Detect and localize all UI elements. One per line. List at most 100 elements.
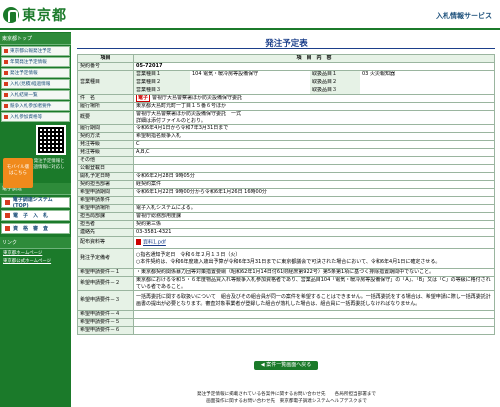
table-row: 履行場所 東京都大島町元町一丁目１５番６号ほか bbox=[77, 102, 495, 112]
cat2-label: 営業種目２ bbox=[134, 78, 190, 87]
sidebar-item-label: 入札参加資格等 bbox=[10, 115, 43, 120]
bullet-icon bbox=[4, 115, 8, 119]
table-row: 発注等級 C bbox=[77, 140, 495, 150]
table-row: 履行期間 令和6年4月1日から令和7年3月31日まで bbox=[77, 124, 495, 134]
table-row: 契約担当部署 経契約案件 bbox=[77, 180, 495, 190]
row-label: 契約担当部署 bbox=[77, 180, 134, 190]
footer-line2: 画面操作に関するお問い合わせ先 東京都電子調達システムヘルプデスクまで bbox=[206, 399, 367, 404]
table-row: 契約方法 希望制指名競争入札 bbox=[77, 132, 495, 142]
table-row: 希望申請要件－４ bbox=[77, 310, 495, 320]
sub-row: 営業種目２ 取扱品目２ bbox=[134, 78, 494, 87]
table-row: 希望申請要件－１ ・東京都契約関係暴力団等対策措置要綱（昭和62年1月14日付6… bbox=[77, 268, 495, 278]
title-divider bbox=[77, 48, 495, 49]
sidebar-item-label: 競争入札参加者要件 bbox=[10, 104, 52, 109]
back-to-list-button[interactable]: ◀ 案件一覧画面へ戻る bbox=[254, 361, 318, 370]
order-plan-table: 項目 項 目 内 容 契約番号 05-72017 営業種目 営業種目１ 104 … bbox=[77, 54, 495, 336]
remarks-cell: ○指名通知予定日 令和６年２月１３日（火） ○本件契約は、令和6年度歳入歳出予算が… bbox=[133, 248, 495, 270]
sidebar-item-label: 東京都公報発注予定 bbox=[10, 49, 52, 54]
table-row: 営業種目 営業種目１ 104 電気・暖冷房等設備保守 取扱品目１ 03 火災報知… bbox=[77, 69, 495, 96]
link-tokyo-official[interactable]: 東京都公式ホームページ bbox=[0, 257, 71, 265]
sidebar-item-bid-progress[interactable]: 入札(見積)経過情報 bbox=[1, 79, 70, 89]
person-value: 契約第三係 bbox=[133, 220, 495, 230]
tokyo-logo[interactable]: 東京都 bbox=[3, 6, 67, 24]
footer-line1: 発注予定情報に掲載されている各案件に関するお問い合わせ先 各局所担当部署まで bbox=[196, 392, 377, 397]
row-label: 希望申請要件－２ bbox=[77, 276, 134, 292]
table-row: 概要 警視庁大島警察署ほか防災設備保守委託 一式 詳細は添付ファイルのとおり。 bbox=[77, 110, 495, 126]
row-label: 開札予定日時 bbox=[77, 172, 134, 182]
qualification-review-button[interactable]: 資 格 審 査 bbox=[1, 223, 70, 234]
hope2-value: 東京都における令和５・６年度物品買入れ等競争入札参加資格者であり、営業品目104… bbox=[133, 276, 495, 292]
row-label: 希望申請要件－５ bbox=[77, 318, 134, 328]
period-value: 令和6年4月1日から令和7年3月31日まで bbox=[133, 124, 495, 134]
sidebar-item-gazette[interactable]: 東京都公報発注予定 bbox=[1, 46, 70, 56]
table-row: 希望申請条件 bbox=[77, 196, 495, 206]
grade3-value bbox=[360, 87, 494, 94]
row-label: 発注等級 bbox=[77, 140, 134, 150]
row-label: 配布資料等 bbox=[77, 236, 134, 250]
link-tokyo-home[interactable]: 東京都ホームページ bbox=[0, 249, 71, 257]
summary-cell: 警視庁大島警察署ほか防災設備保守委託 一式 詳細は添付ファイルのとおり。 bbox=[133, 110, 495, 126]
notice-value bbox=[133, 164, 495, 174]
sidebar-heading-top[interactable]: 東京都トップ bbox=[0, 33, 71, 45]
contract-number: 05-72017 bbox=[133, 62, 495, 71]
sidebar-item-qualification[interactable]: 入札参加資格等 bbox=[1, 112, 70, 122]
bullet-icon bbox=[4, 82, 8, 86]
hope5-value bbox=[133, 318, 495, 328]
row-label: 契約方法 bbox=[77, 132, 134, 142]
table-row: 公報登載日 bbox=[77, 164, 495, 174]
grade2-value bbox=[360, 79, 494, 87]
sidebar-item-label: 発注予定情報 bbox=[10, 71, 38, 76]
table-row: 希望申請要件－３ 一括再委託に関する取扱いについて 組合及びその組合員が同一の案… bbox=[77, 290, 495, 312]
apply-place-value: 電子入札システムによる。 bbox=[133, 204, 495, 214]
cat3-label: 営業種目３ bbox=[134, 86, 190, 94]
bullet-icon bbox=[4, 93, 8, 97]
row-label: 概要 bbox=[77, 110, 134, 126]
mobile-version-button[interactable]: モバイル版 はこちら bbox=[3, 158, 33, 188]
office-value: 警視庁総務部用度課 bbox=[133, 212, 495, 222]
attach-cell: 資料1.pdf bbox=[133, 236, 495, 250]
table-row: 希望申請期間 令和6年1月22日 9時00分から令和6年1月26日 16時00分 bbox=[77, 188, 495, 198]
bullet-icon bbox=[5, 213, 10, 218]
page-header: 東京都 入札情報サービス bbox=[0, 0, 500, 30]
eprocure-top-button[interactable]: 電子調達システム(TOP) bbox=[1, 197, 70, 209]
sidebar-item-label: 入札(見積)経過情報 bbox=[10, 82, 51, 87]
table-row: 希望申請場所 電子入札システムによる。 bbox=[77, 204, 495, 214]
row-label: 履行期間 bbox=[77, 124, 134, 134]
table-row: 担当局部課 警視庁総務部用度課 bbox=[77, 212, 495, 222]
bullet-icon bbox=[4, 104, 8, 108]
tokyo-emblem-icon bbox=[3, 7, 19, 23]
project-name-cell: 電子 警視庁大島警察署ほか防災設備保守委託 bbox=[133, 94, 495, 104]
table-row: 件 名 電子 警視庁大島警察署ほか防災設備保守委託 bbox=[77, 94, 495, 104]
grade1-value: 03 火災報知器 bbox=[362, 71, 395, 78]
cat1-value: 104 電気・暖冷房等設備保守 bbox=[192, 71, 259, 78]
attachment-link[interactable]: 資料1.pdf bbox=[143, 240, 166, 246]
category-cell: 営業種目１ 104 電気・暖冷房等設備保守 取扱品目１ 03 火災報知器 営業種… bbox=[133, 69, 495, 96]
row-label: 希望申請要件－４ bbox=[77, 310, 134, 320]
table-row: 契約番号 05-72017 bbox=[77, 62, 495, 71]
row-label: 希望申請条件 bbox=[77, 196, 134, 206]
table-row: 発注予定備考 ○指名通知予定日 令和６年２月１３日（火） ○本件契約は、令和6年度… bbox=[77, 248, 495, 270]
hope3-value: 一括再委託に関する取扱いについて 組合及びその組合員が同一の案件を希望することは… bbox=[133, 290, 495, 312]
row-label: 担当者 bbox=[77, 220, 134, 230]
bullet-icon bbox=[4, 49, 8, 53]
class-value: C bbox=[133, 140, 495, 150]
sidebar-item-label: 年間発注予定情報 bbox=[10, 60, 47, 65]
table-row: 担当者 契約第三係 bbox=[77, 220, 495, 230]
main-content: 発注予定表 項目 項 目 内 容 契約番号 05-72017 営業種目 営業種目… bbox=[73, 34, 500, 407]
sidebar-item-requirements[interactable]: 競争入札参加者要件 bbox=[1, 101, 70, 111]
cat1-label: 営業種目１ bbox=[134, 71, 190, 79]
sidebar-item-bid-results[interactable]: 入札結果一覧 bbox=[1, 90, 70, 100]
table-row: 希望申請要件－５ bbox=[77, 318, 495, 328]
row-label: 希望申請期間 bbox=[77, 188, 134, 198]
sidebar-item-annual-plan[interactable]: 年間発注予定情報 bbox=[1, 57, 70, 67]
electronic-tag: 電子 bbox=[136, 95, 151, 102]
hope6-value bbox=[133, 326, 495, 336]
category-subtable: 営業種目１ 104 電気・暖冷房等設備保守 取扱品目１ 03 火災報知器 営業種… bbox=[134, 71, 494, 94]
sub-row: 営業種目１ 104 電気・暖冷房等設備保守 取扱品目１ 03 火災報知器 bbox=[134, 71, 494, 79]
bullet-icon bbox=[4, 60, 8, 64]
sidebar: 東京都トップ 東京都公報発注予定 年間発注予定情報 発注予定情報 入札(見積)経… bbox=[0, 32, 71, 407]
e-bid-button[interactable]: 電 子 入 札 bbox=[1, 210, 70, 221]
bullet-icon bbox=[5, 200, 10, 205]
sidebar-item-order-plan[interactable]: 発注予定情報 bbox=[1, 68, 70, 78]
mobile-sub: はこちら bbox=[9, 171, 27, 176]
